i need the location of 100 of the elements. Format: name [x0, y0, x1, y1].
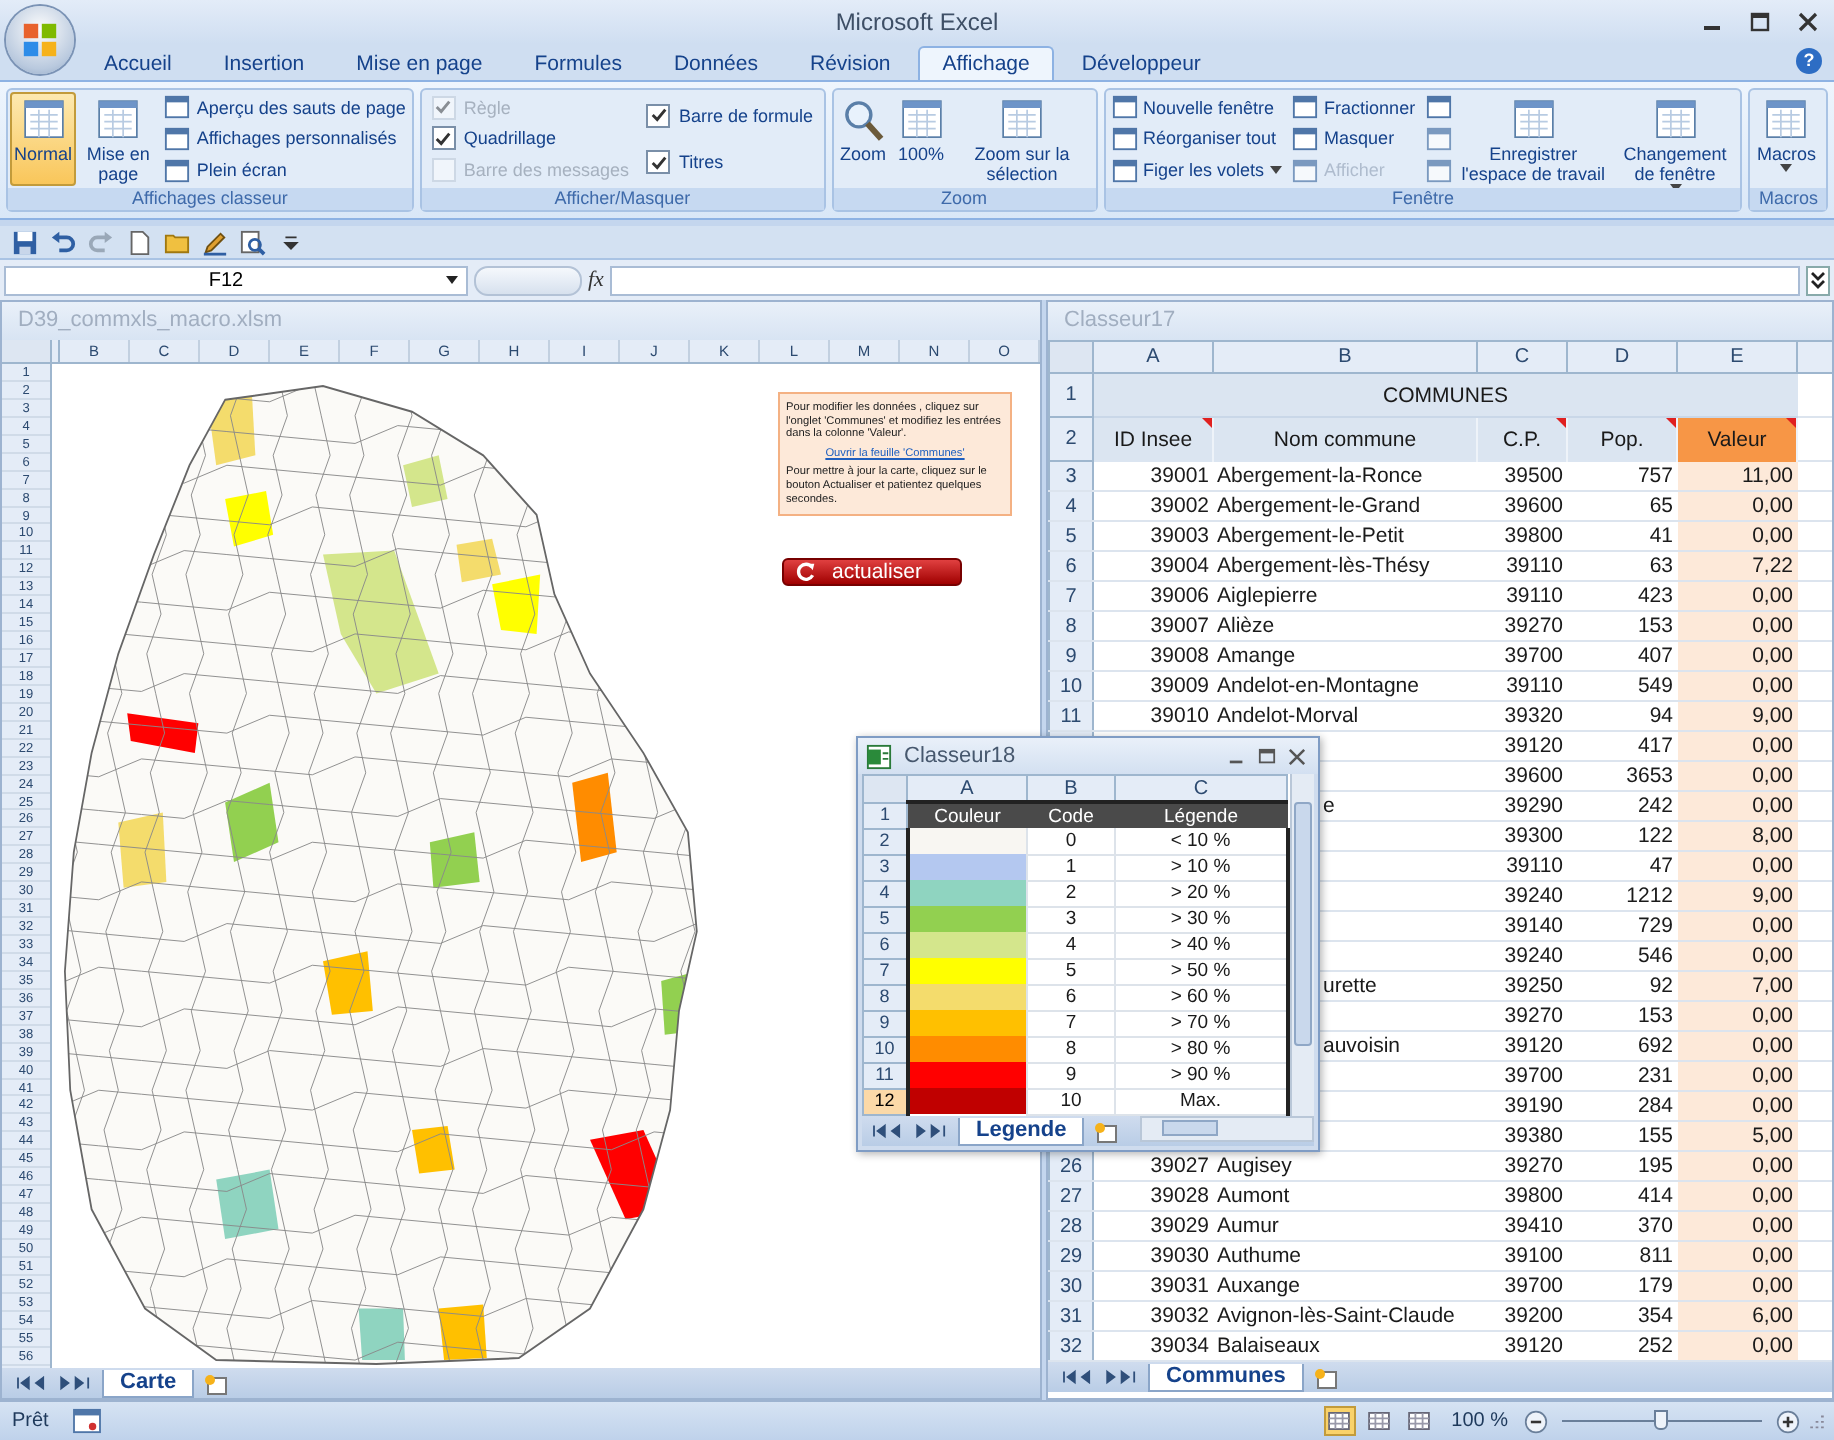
- row-header[interactable]: 6: [863, 932, 907, 958]
- ribbon-button[interactable]: Zoom sur la sélection: [951, 92, 1094, 186]
- row-header[interactable]: 2: [863, 828, 907, 854]
- zoom-level[interactable]: 100 %: [1451, 1410, 1508, 1432]
- ribbon-button[interactable]: Masquer: [1290, 123, 1418, 154]
- row-header[interactable]: 5: [863, 906, 907, 932]
- table-cell: 39500: [1477, 461, 1567, 491]
- row-header[interactable]: 9: [863, 1010, 907, 1036]
- ribbon-button[interactable]: Fractionner: [1290, 92, 1418, 123]
- table-cell: 39007: [1093, 611, 1213, 641]
- table-cell: 39004: [1093, 551, 1213, 581]
- ribbon-tab[interactable]: Développeur: [1057, 46, 1225, 80]
- table-cell: 39002: [1093, 491, 1213, 521]
- row-header[interactable]: 4: [863, 880, 907, 906]
- row-header[interactable]: 10: [863, 1036, 907, 1062]
- ribbon-button[interactable]: Figer les volets: [1109, 155, 1285, 186]
- row-header[interactable]: 32: [1049, 1331, 1093, 1361]
- table-cell: > 50 %: [1115, 958, 1287, 984]
- ribbon-button[interactable]: Affichages personnalisés: [162, 123, 408, 154]
- ribbon-button[interactable]: 100%: [893, 92, 949, 186]
- column-header[interactable]: B: [1213, 341, 1477, 373]
- row-header[interactable]: 5: [1049, 521, 1093, 551]
- row-header[interactable]: 4: [1049, 491, 1093, 521]
- row-header[interactable]: 10: [1049, 671, 1093, 701]
- row-header[interactable]: 29: [1049, 1241, 1093, 1271]
- sheet-tab[interactable]: Communes: [1148, 1364, 1304, 1392]
- table-cell: > 60 %: [1115, 984, 1287, 1010]
- table-cell: 39110: [1477, 671, 1567, 701]
- table-cell: 0: [1027, 828, 1115, 854]
- ribbon-tab[interactable]: Révision: [785, 46, 915, 80]
- ribbon-button[interactable]: Nouvelle fenêtre: [1109, 92, 1285, 123]
- ribbon-button[interactable]: Aperçu des sauts de page: [162, 92, 408, 123]
- ribbon-button[interactable]: Normal: [10, 92, 77, 186]
- ribbon-button[interactable]: Zoom: [835, 92, 891, 186]
- row-header[interactable]: 9: [1049, 641, 1093, 671]
- row-header[interactable]: 1: [1049, 373, 1093, 417]
- row-header[interactable]: 1: [863, 802, 907, 828]
- row-header[interactable]: 7: [1049, 581, 1093, 611]
- sheet-tab[interactable]: Carte: [102, 1370, 195, 1398]
- table-cell: Avignon-lès-Saint-Claude: [1213, 1301, 1477, 1331]
- table-cell: > 70 %: [1115, 1010, 1287, 1036]
- column-header[interactable]: C: [1477, 341, 1567, 373]
- insert-function-button[interactable]: fx: [588, 268, 604, 292]
- row-header[interactable]: 6: [1049, 551, 1093, 581]
- ribbon-button[interactable]: Plein écran: [162, 155, 408, 186]
- column-header[interactable]: C: [1115, 775, 1287, 802]
- table-cell: e: [1323, 794, 1335, 818]
- row-header[interactable]: 8: [863, 984, 907, 1010]
- table-cell: 39270: [1477, 611, 1567, 641]
- row-header[interactable]: 7: [863, 958, 907, 984]
- column-header[interactable]: A: [907, 775, 1027, 802]
- column-title: ID Insee: [1093, 417, 1213, 461]
- table-cell: 39140: [1477, 911, 1567, 941]
- table-cell: Abergement-la-Ronce: [1213, 461, 1477, 491]
- table-cell: 0,00: [1677, 581, 1797, 611]
- table-cell: 0,00: [1677, 1031, 1797, 1061]
- row-header[interactable]: 11: [1049, 701, 1093, 731]
- row-header[interactable]: 31: [1049, 1301, 1093, 1331]
- ribbon-tab[interactable]: Mise en page: [332, 46, 507, 80]
- table-cell: 5,00: [1677, 1121, 1797, 1151]
- ribbon-button[interactable]: Macros: [1752, 92, 1820, 186]
- row-header[interactable]: 3: [863, 854, 907, 880]
- name-box[interactable]: F12: [4, 265, 468, 295]
- column-header[interactable]: A: [1093, 341, 1213, 373]
- ribbon-tab[interactable]: Formules: [510, 46, 646, 80]
- ribbon-tab[interactable]: Affichage: [918, 46, 1054, 80]
- row-header[interactable]: 30: [1049, 1271, 1093, 1301]
- table-cell: 0,00: [1677, 791, 1797, 821]
- table-cell: Auxange: [1213, 1271, 1477, 1301]
- ribbon-tab[interactable]: Données: [649, 46, 782, 80]
- ribbon-button[interactable]: Enregistrer l'espace de travail: [1457, 92, 1610, 186]
- table-cell: < 10 %: [1115, 828, 1287, 854]
- ribbon-button[interactable]: Réorganiser tout: [1109, 123, 1285, 154]
- row-header[interactable]: 3: [1049, 461, 1093, 491]
- column-header[interactable]: B: [1027, 775, 1115, 802]
- row-header[interactable]: 11: [863, 1062, 907, 1088]
- table-cell: 39800: [1477, 1181, 1567, 1211]
- table-cell: 39009: [1093, 671, 1213, 701]
- column-header[interactable]: E: [1677, 341, 1797, 373]
- row-header[interactable]: 28: [1049, 1211, 1093, 1241]
- table-cell: 0,00: [1677, 1061, 1797, 1091]
- ribbon-button[interactable]: Mise en page: [78, 92, 159, 186]
- row-header[interactable]: 8: [1049, 611, 1093, 641]
- sheet-tab[interactable]: Legende: [958, 1117, 1085, 1145]
- table-cell: 39410: [1477, 1211, 1567, 1241]
- refresh-button[interactable]: actualiser: [782, 558, 962, 586]
- column-header[interactable]: D: [1567, 341, 1677, 373]
- column-title: C.P.: [1477, 417, 1567, 461]
- column-title: Nom commune: [1213, 417, 1477, 461]
- table-cell: 0,00: [1677, 851, 1797, 881]
- row-header[interactable]: 27: [1049, 1181, 1093, 1211]
- column-title: Pop.: [1567, 417, 1677, 461]
- row-header[interactable]: 12: [863, 1088, 907, 1114]
- table-cell: 39030: [1093, 1241, 1213, 1271]
- workbook-title: Classeur17: [1048, 302, 1832, 340]
- row-header[interactable]: 26: [1049, 1151, 1093, 1181]
- ribbon-tab[interactable]: Insertion: [199, 46, 329, 80]
- ribbon-tab[interactable]: Accueil: [80, 46, 196, 80]
- help-button[interactable]: ?: [1796, 48, 1822, 74]
- row-header[interactable]: 2: [1049, 417, 1093, 461]
